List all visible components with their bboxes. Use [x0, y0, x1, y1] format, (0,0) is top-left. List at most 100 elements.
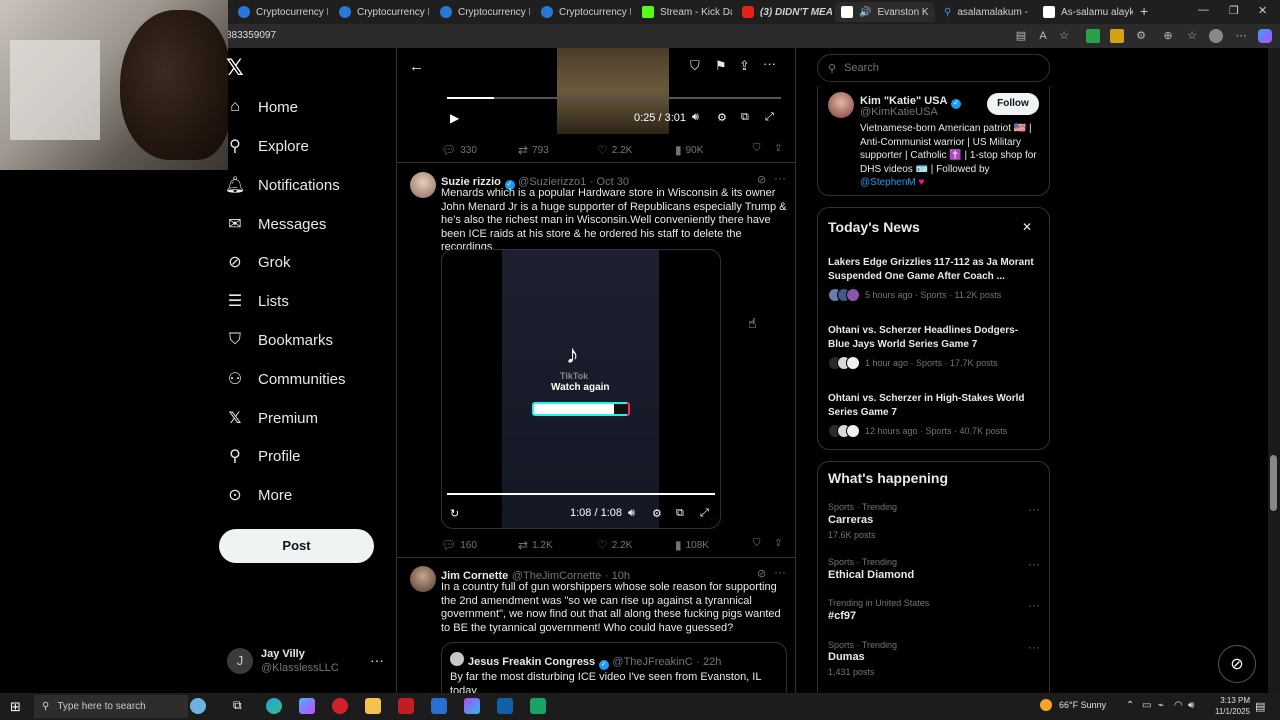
app-icon[interactable] — [398, 698, 414, 714]
browser-tab-active[interactable]: 🔊 Evanston K ✕ — [835, 2, 935, 22]
browser-tab[interactable]: Cryptocurrency P ✕ — [535, 2, 631, 22]
extension-icon[interactable] — [1086, 29, 1100, 43]
post-button[interactable]: Post — [219, 529, 374, 563]
nav-home[interactable]: ⌂ Home — [226, 98, 298, 116]
more-dots-icon[interactable]: ··· — [1028, 502, 1040, 516]
play-icon[interactable]: ▶ — [450, 111, 459, 125]
new-tab-button[interactable]: + — [1140, 3, 1148, 19]
app-icon[interactable] — [431, 698, 447, 714]
collections-icon[interactable]: ⊕ — [1161, 29, 1175, 43]
app-icon[interactable] — [464, 698, 480, 714]
follow-button[interactable]: Follow — [987, 93, 1039, 115]
weather-text[interactable]: 66°F Sunny — [1059, 700, 1106, 710]
browser-tab[interactable]: ⚲ asalamalakum - ✕ — [938, 2, 1034, 22]
reader-icon[interactable]: ▤ — [1014, 29, 1028, 43]
address-url[interactable]: 883359097 — [226, 30, 276, 41]
nav-explore[interactable]: ⚲ Explore — [226, 137, 309, 156]
nav-communities[interactable]: ⚇ Communities — [226, 370, 346, 389]
avatar[interactable] — [828, 92, 854, 118]
avatar[interactable] — [410, 172, 436, 198]
watch-again-button[interactable]: Watch again — [551, 382, 610, 393]
app-icon[interactable] — [497, 698, 513, 714]
search-input[interactable]: ⚲ Search — [817, 54, 1050, 82]
chevron-up-icon[interactable]: ⌃ — [1126, 700, 1134, 711]
browser-menu-icon[interactable]: ⋯ — [1234, 29, 1248, 43]
file-explorer-icon[interactable] — [365, 698, 381, 714]
browser-tab[interactable]: As-salamu alayk ✕ — [1037, 2, 1133, 22]
tray-icon[interactable]: ▭ — [1142, 700, 1151, 711]
more-dots-icon[interactable]: ··· — [763, 56, 776, 71]
browser-tab[interactable]: Cryptocurrency P ✕ — [333, 2, 429, 22]
share-icon[interactable]: ⇪ — [739, 58, 750, 74]
trend-title[interactable]: #cf97 — [828, 610, 856, 622]
bookmark-icon[interactable]: ⛉ — [753, 538, 761, 549]
fullscreen-icon[interactable]: ⤢ — [765, 111, 774, 124]
account-switcher[interactable]: J Jay Villy @KlasslessLLC ··· — [227, 646, 387, 676]
more-dots-icon[interactable]: ··· — [1028, 557, 1040, 571]
x-logo-icon[interactable]: 𝕏 — [226, 57, 246, 79]
share-icon[interactable]: ⇪ — [774, 143, 782, 154]
notifications-icon[interactable]: ▤ — [1255, 700, 1265, 713]
taskbar-search-input[interactable]: ⚲ Type here to search — [34, 695, 188, 718]
task-view-icon[interactable]: ⧉ — [233, 698, 249, 714]
trend-title[interactable]: Ethical Diamond — [828, 569, 914, 581]
browser-tab[interactable]: Cryptocurrency P ✕ — [434, 2, 530, 22]
network-icon[interactable]: ⌁ — [1158, 700, 1164, 711]
bookmark-icon[interactable]: ⛉ — [690, 58, 700, 74]
nav-notifications[interactable]: 🔔︎ Notifications — [225, 176, 340, 195]
extension-icon[interactable] — [1110, 29, 1124, 43]
bio-mention-link[interactable]: @StephenM — [860, 177, 916, 188]
volume-icon[interactable]: 🔊︎ — [628, 507, 635, 520]
settings-gear-icon[interactable]: ⚙ — [652, 507, 662, 520]
favorite-star-icon[interactable]: ☆ — [1057, 29, 1071, 43]
quote-tweet[interactable]: Jesus Freakin Congress ✓ @TheJFreakinC ·… — [441, 642, 787, 693]
profile-avatar-icon[interactable] — [1209, 29, 1223, 43]
nav-messages[interactable]: ✉ Messages — [226, 215, 326, 234]
replay-icon[interactable]: ↻ — [450, 507, 459, 520]
more-dots-icon[interactable]: ··· — [1028, 640, 1040, 654]
extensions-puzzle-icon[interactable]: ⚙ — [1134, 29, 1148, 43]
browser-tab[interactable]: Stream - Kick Da ✕ — [636, 2, 732, 22]
grok-icon[interactable]: ⊘ — [757, 567, 766, 580]
views-button[interactable]: ▮ 108K — [675, 538, 709, 552]
nav-lists[interactable]: ☰ Lists — [226, 292, 289, 311]
settings-gear-icon[interactable]: ⚙ — [717, 111, 727, 124]
opera-icon[interactable] — [332, 698, 348, 714]
avatar[interactable] — [410, 566, 436, 592]
reply-button[interactable]: 💬︎ 330 — [441, 143, 477, 157]
browser-tab[interactable]: (3) DIDN'T MEAN ✕ — [736, 2, 832, 22]
more-dots-icon[interactable]: ··· — [774, 565, 786, 579]
volume-icon[interactable]: 🔊︎ — [1188, 700, 1194, 711]
repost-button[interactable]: ⇄ 793 — [518, 143, 549, 157]
browser-tab[interactable]: Cryptocurrency P ✕ — [232, 2, 328, 22]
reply-button[interactable]: 💬︎ 160 — [441, 538, 477, 552]
like-button[interactable]: ♡ 2.2K — [597, 143, 632, 157]
news-item-title[interactable]: Ohtani vs. Scherzer in High-Stakes World… — [828, 392, 1038, 419]
news-item-title[interactable]: Ohtani vs. Scherzer Headlines Dodgers-Bl… — [828, 324, 1038, 351]
bookmark-icon[interactable]: ⛉ — [753, 143, 761, 154]
maximize-icon[interactable]: ❐ — [1229, 4, 1239, 17]
more-dots-icon[interactable]: ··· — [1028, 598, 1040, 612]
windows-start-icon[interactable]: ⊞ — [10, 699, 21, 715]
wifi-icon[interactable]: ◠ — [1174, 700, 1183, 711]
copilot-icon[interactable] — [299, 698, 315, 714]
taskbar-widget-icon[interactable] — [190, 698, 206, 714]
audio-icon[interactable]: 🔊 — [859, 7, 871, 18]
scrollbar-thumb[interactable] — [1270, 455, 1277, 511]
edge-icon[interactable] — [266, 698, 282, 714]
trend-title[interactable]: Dumas — [828, 651, 865, 663]
pip-icon[interactable]: ⧉ — [741, 111, 749, 124]
flag-icon[interactable]: ⚑ — [715, 58, 727, 74]
copilot-icon[interactable] — [1258, 29, 1272, 43]
video-progress-track[interactable] — [447, 97, 781, 99]
favorites-icon[interactable]: ☆ — [1185, 29, 1199, 43]
volume-icon[interactable]: 🔊︎ — [692, 111, 699, 124]
nav-bookmarks[interactable]: ⛉ Bookmarks — [226, 331, 333, 349]
back-arrow-icon[interactable]: ← — [409, 58, 424, 75]
nav-premium[interactable]: 𝕏 Premium — [226, 409, 318, 428]
close-window-icon[interactable]: ✕ — [1258, 4, 1267, 17]
share-icon[interactable]: ⇪ — [774, 538, 782, 549]
fullscreen-icon[interactable]: ⤢ — [700, 507, 709, 520]
like-button[interactable]: ♡ 2.2K — [597, 538, 632, 552]
trend-title[interactable]: Carreras — [828, 514, 873, 526]
